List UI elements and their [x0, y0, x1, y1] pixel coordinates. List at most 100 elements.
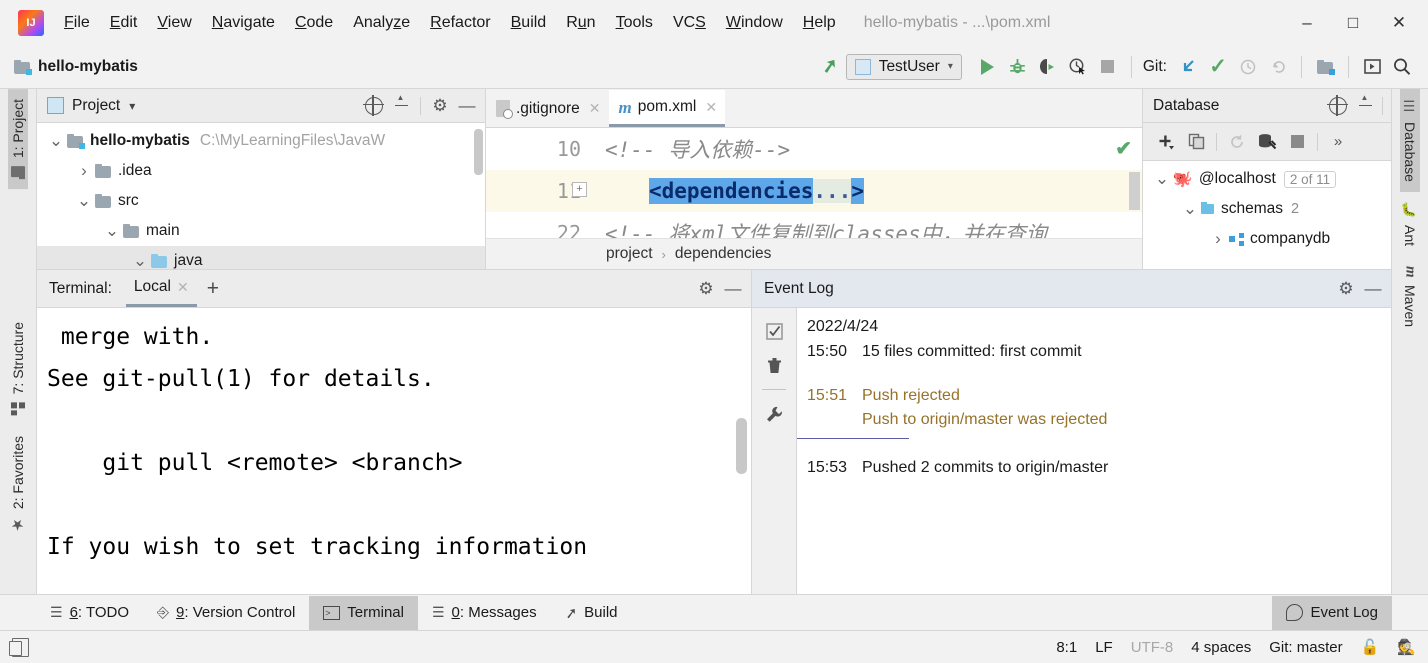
tool-tab-build[interactable]: ➚ Build [551, 596, 632, 630]
menu-tools[interactable]: Tools [606, 10, 663, 36]
close-button[interactable]: ✕ [1376, 6, 1422, 40]
close-icon[interactable]: ✕ [705, 99, 717, 116]
chevron-down-icon[interactable] [101, 226, 123, 236]
menu-help[interactable]: Help [793, 10, 846, 36]
menu-window[interactable]: Window [716, 10, 793, 36]
tree-row-idea[interactable]: .idea [37, 156, 485, 186]
line-separator[interactable]: LF [1095, 639, 1113, 656]
duplicate-button[interactable] [1183, 129, 1209, 155]
chevron-down-icon[interactable] [129, 256, 151, 266]
sidebar-item-database[interactable]: ☰ Database [1400, 89, 1420, 192]
inspection-status-icon[interactable]: ✔ [1115, 136, 1132, 161]
code-line-10[interactable]: <!-- 导入依赖--> [591, 128, 1142, 170]
tool-tab-messages[interactable]: ☰ 0: Messages [418, 596, 551, 630]
run-button[interactable] [974, 52, 1002, 82]
fold-expand-icon[interactable]: + [572, 182, 587, 197]
menu-edit[interactable]: Edit [100, 10, 148, 36]
settings-gear-button[interactable]: ⚙ [428, 94, 452, 118]
add-datasource-button[interactable] [1153, 129, 1179, 155]
git-commit-button[interactable]: ✓ [1204, 52, 1232, 82]
event-log-entry[interactable]: 15:51 Push rejected [807, 387, 1391, 405]
hide-panel-button[interactable]: — [1361, 277, 1385, 301]
chevron-down-icon[interactable] [45, 136, 67, 146]
tree-row-main[interactable]: main [37, 216, 485, 246]
settings-gear-button[interactable]: ⚙ [694, 277, 718, 301]
breadcrumb-item-project[interactable]: project [606, 245, 653, 263]
editor-scrollbar[interactable] [1129, 172, 1140, 210]
editor-lines[interactable]: <!-- 导入依赖--> <dependencies... > <!-- 将xml… [591, 128, 1142, 238]
mark-all-read-button[interactable] [761, 318, 787, 344]
refresh-button[interactable] [1224, 129, 1250, 155]
build-project-button[interactable]: ➚ [816, 52, 844, 82]
code-folded-region[interactable]: ... [813, 179, 852, 203]
run-query-button[interactable] [1254, 129, 1280, 155]
settings-wrench-button[interactable] [761, 401, 787, 427]
terminal-output[interactable]: merge with. See git-pull(1) for details.… [37, 308, 751, 594]
tree-row-hello-mybatis[interactable]: hello-mybatis C:\MyLearningFiles\JavaW [37, 126, 485, 156]
run-configuration-selector[interactable]: TestUser ▾ [845, 53, 962, 80]
db-row-schemas[interactable]: schemas 2 [1143, 194, 1391, 224]
settings-gear-button[interactable]: ⚙ [1334, 277, 1358, 301]
menu-run[interactable]: Run [556, 10, 605, 36]
menu-file[interactable]: File [54, 10, 100, 36]
search-everywhere-button[interactable] [1388, 52, 1416, 82]
sidebar-item-ant[interactable]: 🐛 Ant [1400, 192, 1420, 256]
code-editor[interactable]: 10 11 22 + <!-- 导入依赖--> <dependencies...… [486, 128, 1142, 238]
git-history-button[interactable] [1234, 52, 1262, 82]
tool-tab-version-control[interactable]: ⎆ 9: Version Control [143, 596, 309, 630]
menu-refactor[interactable]: Refactor [420, 10, 500, 36]
chevron-down-icon[interactable] [1151, 174, 1173, 184]
chevron-down-icon[interactable] [73, 196, 95, 206]
close-icon[interactable]: ✕ [589, 100, 601, 117]
clear-all-button[interactable] [761, 352, 787, 378]
caret-position[interactable]: 8:1 [1056, 639, 1077, 656]
git-branch[interactable]: Git: master [1269, 639, 1342, 656]
collapse-all-button[interactable] [1353, 93, 1377, 118]
chevron-right-icon[interactable] [1207, 233, 1229, 245]
debug-button[interactable] [1004, 52, 1032, 82]
event-log-entry[interactable]: 15:53 Pushed 2 commits to origin/master [807, 459, 1391, 477]
tool-tab-event-log[interactable]: Event Log [1272, 595, 1392, 630]
scroll-from-source-button[interactable] [362, 94, 386, 118]
stop-button[interactable] [1094, 52, 1122, 82]
terminal-scrollbar[interactable] [736, 418, 747, 474]
project-tree[interactable]: hello-mybatis C:\MyLearningFiles\JavaW .… [37, 123, 485, 269]
toggle-sidebars-icon[interactable] [9, 637, 29, 657]
terminal-tab-local[interactable]: Local ✕ [125, 271, 197, 307]
menu-navigate[interactable]: Navigate [202, 10, 285, 36]
maximize-button[interactable]: □ [1330, 6, 1376, 40]
file-encoding[interactable]: UTF-8 [1131, 639, 1174, 656]
code-line-22[interactable]: <!-- 将xml文件复制到classes中，并在查询 [591, 212, 1142, 238]
menu-analyze[interactable]: Analyze [343, 10, 420, 36]
tool-tab-todo[interactable]: ☰ 6: TODO [36, 596, 143, 630]
db-row-localhost[interactable]: 🐙 @localhost 2 of 11 [1143, 164, 1391, 194]
hide-panel-button[interactable]: — [455, 94, 479, 118]
minimize-button[interactable]: – [1284, 6, 1330, 40]
hector-inspector-icon[interactable]: 🕵 [1397, 638, 1416, 656]
chevron-down-icon[interactable]: ▾ [129, 99, 135, 113]
select-in-button[interactable] [1358, 52, 1386, 82]
tree-row-java[interactable]: java [37, 246, 485, 269]
breadcrumb-project[interactable]: hello-mybatis [14, 58, 138, 76]
indent-setting[interactable]: 4 spaces [1191, 639, 1251, 656]
scroll-from-source-button[interactable] [1326, 94, 1350, 118]
menu-build[interactable]: Build [501, 10, 557, 36]
close-icon[interactable]: ✕ [177, 279, 189, 296]
sidebar-item-structure[interactable]: 7: Structure [8, 312, 28, 425]
git-update-project-button[interactable] [1174, 52, 1202, 82]
chevron-down-icon[interactable] [1179, 204, 1201, 214]
menu-code[interactable]: Code [285, 10, 343, 36]
unlocked-icon[interactable]: 🔓 [1361, 638, 1380, 656]
chevron-right-icon[interactable] [73, 165, 95, 177]
hide-panel-button[interactable]: — [721, 277, 745, 301]
collapse-all-button[interactable] [389, 93, 413, 118]
stop-button[interactable] [1284, 129, 1310, 155]
menu-vcs[interactable]: VCS [663, 10, 716, 36]
db-row-companydb[interactable]: companydb [1143, 224, 1391, 254]
breadcrumb-item-dependencies[interactable]: dependencies [675, 245, 772, 263]
new-terminal-button[interactable]: + [207, 278, 219, 299]
menu-view[interactable]: View [147, 10, 201, 36]
event-log-entries[interactable]: 2022/4/24 15:50 15 files committed: firs… [797, 308, 1391, 594]
tab-pom-xml[interactable]: m pom.xml ✕ [608, 90, 726, 127]
database-tree[interactable]: 🐙 @localhost 2 of 11 schemas 2 [1143, 161, 1391, 269]
